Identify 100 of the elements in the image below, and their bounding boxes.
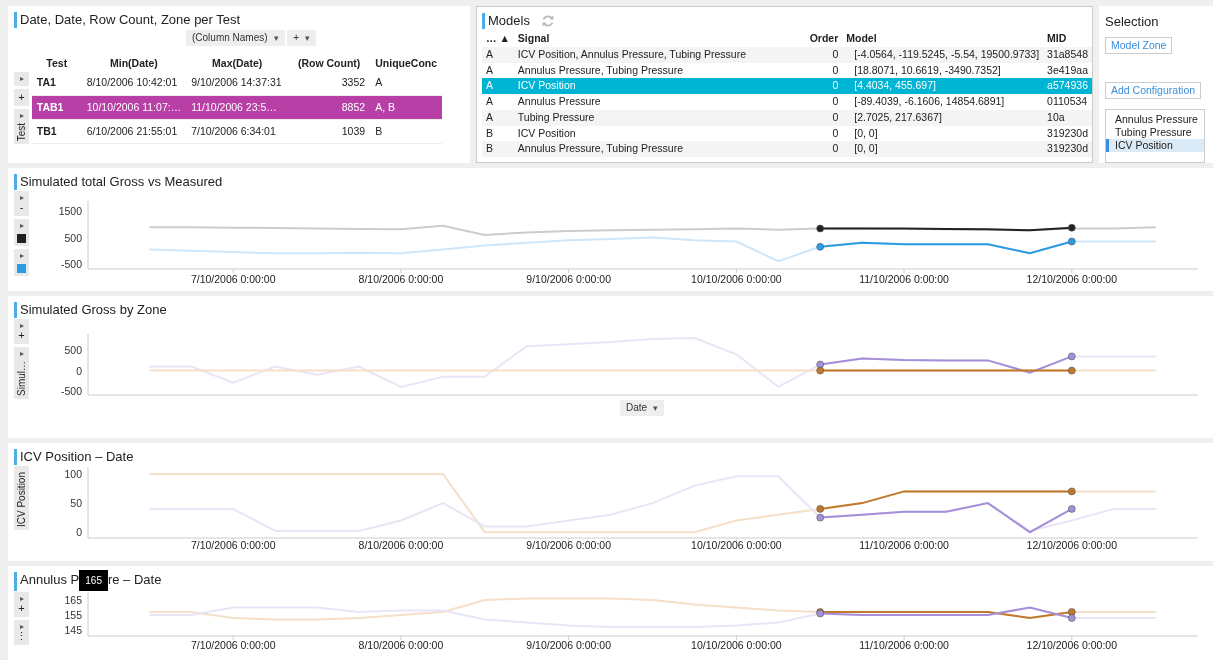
tick-label: 8/10/2006 0:00:00 — [358, 639, 444, 651]
table-cell: 31a8548 — [1043, 46, 1092, 63]
table-cell: B — [482, 141, 514, 157]
tick-label: 8/10/2006 0:00:00 — [358, 539, 444, 551]
list-item[interactable]: Annulus Pressure — [1106, 112, 1204, 126]
tick-label: 12/10/2006 0:00:00 — [1026, 639, 1118, 651]
action-button[interactable]: Model Zone — [1105, 36, 1173, 54]
column-header[interactable]: (Row Count) — [288, 56, 371, 72]
tick-label: 9/10/2006 0:00:00 — [526, 273, 611, 285]
tick-label: 50 — [70, 497, 82, 510]
legend-toggle[interactable]: ▸ Test — [14, 109, 29, 145]
expand-arrow[interactable]: ▸ — [19, 252, 24, 260]
table-cell: Annulus Pressure, Tubing Pressure — [513, 141, 789, 157]
point — [816, 243, 824, 251]
legend-toggle[interactable]: ▸ — [14, 219, 29, 246]
column-header[interactable]: UniqueConc — [370, 56, 443, 72]
table-cell: 10/10/2006 11:07:… — [81, 95, 187, 120]
toggle-label: - — [19, 202, 24, 213]
table-cell: [-89.4039, -6.1606, 14854.6891] — [842, 94, 1044, 110]
legend-toggle[interactable]: ▸ + — [14, 592, 29, 617]
tick-label: 145 — [64, 624, 82, 636]
legend-toggle[interactable]: ▸ + — [14, 319, 29, 344]
table-cell: ICV Position, Annulus Pressure, Tubing Pressure — [513, 46, 789, 63]
expand-arrow[interactable]: ▸ — [19, 623, 24, 631]
tick-label: 155 — [64, 609, 82, 621]
expand-arrow[interactable]: ▸ — [19, 194, 24, 202]
tick-label: 1500 — [58, 205, 82, 218]
tick-label: 0 — [76, 526, 82, 539]
legend-toggle[interactable]: ICV Position — [14, 466, 29, 531]
table-cell: 8852 — [288, 95, 371, 120]
table-cell: 319230d — [1043, 141, 1092, 157]
axis-label: Simul… — [16, 361, 27, 396]
expand-arrow[interactable]: ▸ — [19, 322, 24, 330]
legend-toggle[interactable]: ▸ - — [14, 191, 29, 216]
tick-label: 7/10/2006 0:00:00 — [190, 273, 276, 285]
legend-toggle[interactable]: ▸ Simul… — [14, 347, 29, 399]
tick-label: 12/10/2006 0:00:00 — [1026, 273, 1118, 285]
expand-arrow[interactable]: ▸ — [19, 75, 24, 83]
toggle-label: + — [18, 603, 25, 614]
table-cell: 0 — [788, 46, 843, 63]
dropdown-button[interactable]: (Column Names) ▾ — [186, 30, 285, 46]
table-cell: 0 — [788, 78, 843, 94]
action-button[interactable]: Add Configuration — [1105, 81, 1202, 99]
column-header[interactable]: Min(Date) — [81, 56, 187, 72]
legend-toggle[interactable]: ▸ ⋮ — [14, 620, 29, 645]
expand-arrow[interactable]: ▸ — [19, 595, 24, 603]
list-item[interactable]: Tubing Pressure — [1106, 125, 1204, 139]
column-header[interactable]: … ▲ — [482, 31, 514, 47]
expand-arrow[interactable]: ▸ — [19, 350, 24, 358]
tick-label: 7/10/2006 0:00:00 — [190, 539, 276, 551]
tooltip: 165 — [79, 570, 108, 591]
toggle-label: + — [18, 330, 25, 341]
table-cell: ICV Position — [513, 78, 789, 94]
column-header[interactable]: Test — [31, 56, 82, 72]
tick-label: 11/10/2006 0:00:00 — [859, 639, 949, 651]
table-cell: Annulus Pressure — [513, 94, 789, 110]
tick-label: 10/10/2006 0:00:00 — [691, 539, 782, 551]
column-header[interactable]: Model — [842, 31, 1044, 47]
tick-label: -500 — [61, 384, 82, 397]
tick-label: 500 — [64, 231, 82, 244]
toggle-label: + — [18, 92, 25, 103]
table-cell: a574936 — [1043, 78, 1092, 94]
panel-title: Selection — [1105, 13, 1159, 31]
tick-label: 12/10/2006 0:00:00 — [1026, 539, 1118, 551]
row-header[interactable]: TAB1 — [31, 95, 82, 120]
dropdown-button[interactable]: + ▾ — [287, 30, 317, 46]
table-cell: A — [482, 94, 514, 110]
expand-arrow[interactable]: ▸ — [19, 222, 24, 230]
table-cell: A — [482, 78, 514, 94]
panel-title: Models — [482, 13, 530, 29]
tick-label: 9/10/2006 0:00:00 — [526, 639, 611, 651]
tick-label: 500 — [64, 344, 82, 357]
list-item[interactable]: ICV Position — [1106, 138, 1204, 152]
tick-label: 10/10/2006 0:00:00 — [691, 273, 782, 285]
tick-label: 11/10/2006 0:00:00 — [859, 539, 949, 551]
column-header[interactable]: Max(Date) — [186, 56, 289, 72]
axis-label: ICV Position — [16, 472, 27, 528]
tick-label: 11/10/2006 0:00:00 — [859, 273, 949, 285]
table-cell: B — [370, 119, 443, 144]
row-header[interactable]: TB1 — [31, 119, 82, 144]
legend-toggle[interactable]: ▸ — [14, 249, 29, 276]
column-header[interactable]: MID — [1043, 31, 1092, 47]
caret-icon: ▾ — [305, 33, 311, 43]
tick-label: 7/10/2006 0:00:00 — [190, 639, 276, 651]
legend-toggle[interactable]: + — [14, 89, 29, 106]
axis-label: Test — [16, 123, 27, 142]
column-header[interactable]: Signal — [513, 31, 789, 47]
tick-label: 0 — [76, 364, 82, 377]
refresh-icon[interactable] — [540, 14, 555, 28]
expand-arrow[interactable]: ▸ — [19, 112, 24, 120]
tick-label: 10/10/2006 0:00:00 — [691, 639, 782, 651]
toggle-label: ⋮ — [16, 631, 27, 642]
legend-toggle[interactable]: ▸ — [14, 72, 29, 86]
tick-label: 8/10/2006 0:00:00 — [358, 273, 444, 285]
table-cell: 0110534 — [1043, 94, 1092, 110]
table-cell: 11/10/2006 23:5… — [186, 95, 289, 120]
column-header[interactable]: Order — [788, 31, 843, 47]
tick-label: -500 — [61, 257, 82, 270]
table-cell: [-4.0564, -119.5245, -5.54, 19500.9733] — [842, 46, 1044, 63]
axis-dropdown[interactable]: Date ▾ — [620, 400, 665, 416]
